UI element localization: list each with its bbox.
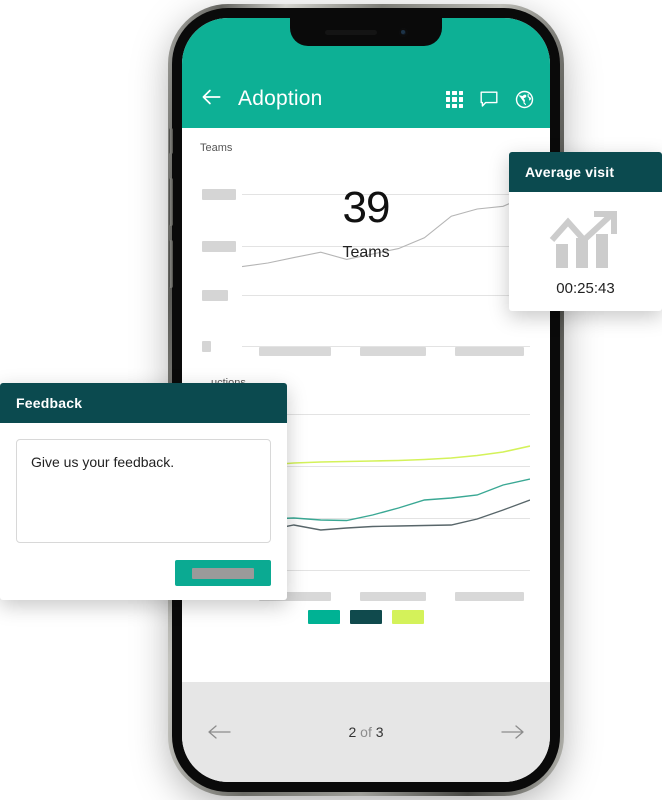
silent-switch[interactable] [169, 128, 173, 154]
feedback-card-body [0, 423, 287, 600]
x-tick-placeholder [259, 347, 332, 356]
front-camera-icon [398, 27, 408, 37]
earpiece-speaker [324, 29, 377, 35]
feedback-card: Feedback [0, 383, 287, 600]
average-visit-card-title: Average visit [509, 152, 662, 192]
feedback-submit-button[interactable] [175, 560, 271, 586]
back-arrow-icon[interactable] [198, 84, 224, 110]
grid-icon[interactable] [446, 91, 463, 108]
feedback-submit-label-placeholder [192, 567, 254, 579]
y-tick-placeholder [202, 341, 211, 352]
x-tick-placeholder [455, 592, 525, 601]
volume-down-button[interactable] [169, 240, 173, 288]
arrow-right-icon[interactable] [500, 722, 526, 742]
feedback-actions [16, 560, 271, 586]
series-line-teams [242, 164, 530, 335]
chart-title-teams: Teams [200, 142, 233, 154]
average-visit-card-body: 00:25:43 [509, 192, 662, 311]
legend-swatch[interactable] [392, 610, 424, 624]
y-tick-placeholder [202, 290, 228, 301]
volume-up-button[interactable] [169, 178, 173, 226]
legend-swatch[interactable] [350, 610, 382, 624]
feedback-card-title: Feedback [0, 383, 287, 423]
x-tick-placeholder [360, 592, 427, 601]
average-visit-value: 00:25:43 [556, 280, 615, 297]
chart-plot-teams: 39 Teams [198, 164, 534, 359]
y-tick-placeholder [202, 189, 236, 200]
y-axis-labels-teams [198, 164, 236, 359]
legend-swatch[interactable] [308, 610, 340, 624]
arrow-left-icon[interactable] [206, 722, 232, 742]
phone-notch [290, 18, 442, 46]
pager: 2 of 3 [182, 682, 550, 782]
pager-total: 3 [375, 724, 384, 740]
chart-legend [198, 604, 534, 636]
header-icon-group [446, 90, 534, 109]
x-tick-placeholder [455, 347, 525, 356]
chart-card-teams: Teams 39 Teams [182, 128, 550, 363]
comment-icon[interactable] [480, 91, 498, 108]
x-tick-placeholder [360, 347, 427, 356]
pager-separator: of [356, 724, 376, 740]
pager-text: 2 of 3 [348, 724, 383, 740]
average-visit-card: Average visit 00:25:43 [509, 152, 662, 311]
feedback-input[interactable] [16, 439, 271, 543]
bar-chart-trend-up-icon [549, 211, 617, 268]
globe-icon[interactable] [515, 90, 534, 109]
page-title: Adoption [238, 87, 323, 110]
plot-area-teams [242, 164, 530, 347]
x-axis-labels-teams [242, 347, 530, 357]
y-tick-placeholder [202, 241, 236, 252]
